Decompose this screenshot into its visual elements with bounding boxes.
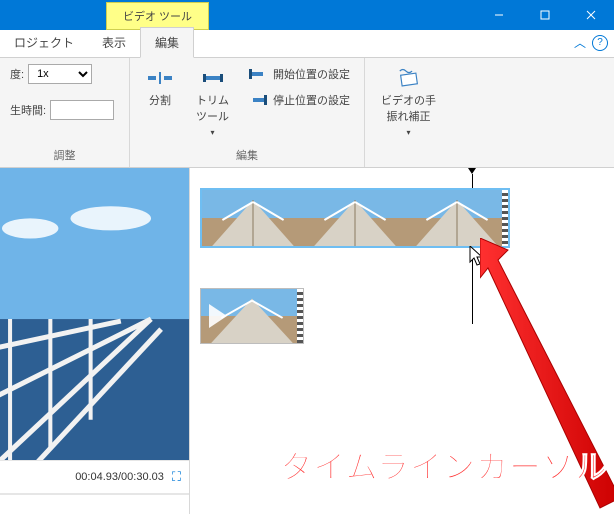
tab-view[interactable]: 表示 <box>88 28 140 57</box>
preview-time: 00:04.93/00:30.03 <box>75 471 164 483</box>
close-button[interactable] <box>568 0 614 30</box>
trim-icon <box>199 68 227 88</box>
end-marker-icon <box>249 93 267 107</box>
playtime-input[interactable] <box>50 100 114 120</box>
split-icon <box>146 68 174 88</box>
fullscreen-icon[interactable]: ⛶ <box>172 469 181 485</box>
group-edit: 分割 トリム ツール ▾ 開始位置の設定 停止位置の設定 編集 <box>130 58 365 167</box>
group-edit-title: 編集 <box>140 145 354 163</box>
group-adjust: 度: 1x 生時間: 調整 <box>0 58 130 167</box>
group-adjust-title: 調整 <box>10 145 119 163</box>
stabilize-button[interactable]: ビデオの手 振れ補正 ▾ <box>375 64 442 141</box>
maximize-button[interactable] <box>522 0 568 30</box>
stabilize-icon <box>395 68 423 88</box>
ribbon-help[interactable]: ︿ ? <box>574 34 608 51</box>
group-stabilize: ビデオの手 振れ補正 ▾ <box>365 58 452 167</box>
film-edge-icon <box>297 289 303 343</box>
playtime-label: 生時間: <box>10 102 46 118</box>
timeline-clip-1[interactable] <box>200 188 510 248</box>
preview-image <box>0 168 189 460</box>
ribbon: 度: 1x 生時間: 調整 分割 トリム ツール ▾ <box>0 58 614 168</box>
chevron-down-icon: ▾ <box>210 128 214 137</box>
preview-pane: 00:04.93/00:30.03 ⛶ <box>0 168 190 514</box>
preview-timebar: 00:04.93/00:30.03 ⛶ <box>0 460 189 494</box>
tab-edit[interactable]: 編集 <box>140 27 194 58</box>
chevron-down-icon: ▾ <box>406 128 410 137</box>
start-marker-icon <box>249 67 267 81</box>
set-start-button[interactable]: 開始位置の設定 <box>245 64 354 84</box>
title-bar: ビデオ ツール <box>0 0 614 30</box>
workspace: 00:04.93/00:30.03 ⛶ タイムライン <box>0 168 614 514</box>
trim-button[interactable]: トリム ツール ▾ <box>190 64 235 141</box>
play-overlay-icon <box>209 304 227 328</box>
speed-label: 度: <box>10 66 24 82</box>
speed-select[interactable]: 1x <box>28 64 92 84</box>
timeline-clip-2[interactable] <box>200 288 304 344</box>
ribbon-tab-row: ロジェクト 表示 編集 ︿ ? <box>0 30 614 58</box>
minimize-button[interactable] <box>476 0 522 30</box>
help-icon[interactable]: ? <box>592 35 608 51</box>
chevron-up-icon: ︿ <box>574 34 586 51</box>
tab-project[interactable]: ロジェクト <box>0 28 88 57</box>
timeline-pane[interactable]: タイムラインカーソル <box>190 168 614 514</box>
set-end-button[interactable]: 停止位置の設定 <box>245 90 354 110</box>
annotation-label: タイムラインカーソル <box>280 442 608 488</box>
split-button[interactable]: 分割 <box>140 64 180 112</box>
context-tab-video-tools[interactable]: ビデオ ツール <box>106 2 209 30</box>
